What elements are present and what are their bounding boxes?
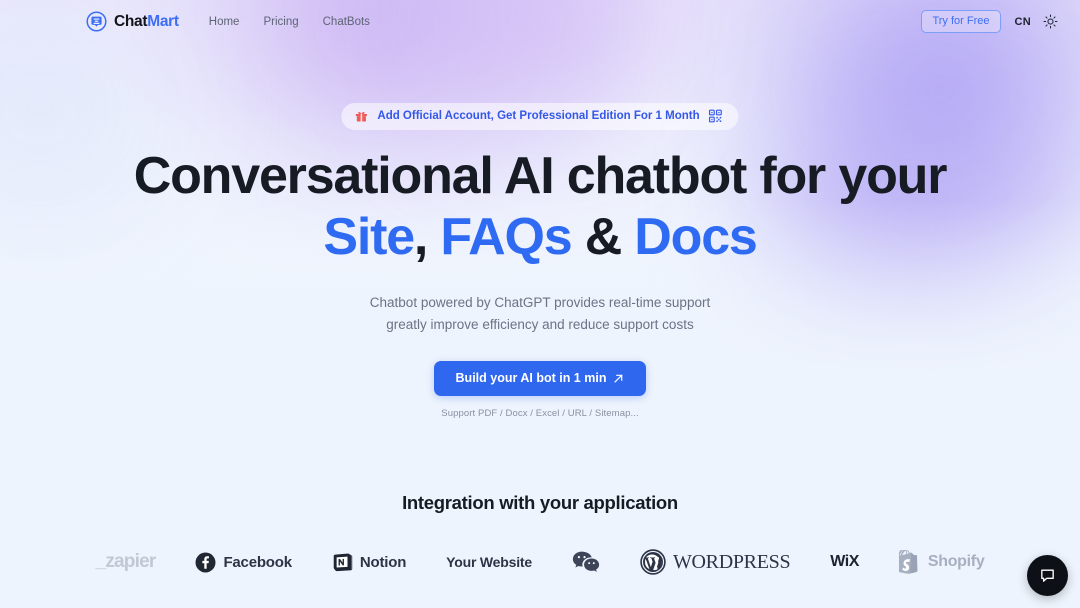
integration-label-zapier: zapier <box>105 551 156 572</box>
chat-bubble-lines-icon <box>86 11 107 32</box>
headline-comma: , <box>413 208 428 266</box>
chat-bubble-icon <box>1041 569 1054 582</box>
notion-logo <box>333 553 353 571</box>
integration-logo-row: _zapier Facebook Notion Your Website WOR… <box>0 549 1080 575</box>
headline-word-faqs: FAQs <box>440 208 572 266</box>
nav-item-home[interactable]: Home <box>209 16 240 28</box>
headline-word-site: Site <box>323 208 415 266</box>
integration-logo-wechat[interactable] <box>572 550 600 574</box>
nav-item-pricing[interactable]: Pricing <box>263 16 298 28</box>
integration-logo-your-website[interactable]: Your Website <box>446 554 532 570</box>
brand-name-part-1: Chat <box>114 12 148 30</box>
wordpress-logo <box>640 549 666 575</box>
nav-item-chatbots[interactable]: ChatBots <box>323 16 370 28</box>
gift-icon <box>355 111 367 122</box>
page-title: Conversational AI chatbot for your Site,… <box>0 146 1080 268</box>
promo-banner-text: Add Official Account, Get Professional E… <box>377 110 700 122</box>
cta-area: Build your AI bot in 1 min Support PDF /… <box>0 361 1080 419</box>
integration-label-your-website: Your Website <box>446 554 532 570</box>
qr-code-icon <box>709 109 723 123</box>
integration-logo-notion[interactable]: Notion <box>332 552 406 573</box>
try-for-free-button[interactable]: Try for Free <box>921 10 1001 33</box>
brand-logo[interactable]: ChatMart <box>86 11 179 32</box>
integration-logo-wix[interactable]: WiX <box>830 553 859 571</box>
integration-label-notion: Notion <box>359 553 407 571</box>
brand-name-part-2: Mart <box>147 12 179 30</box>
chat-widget-button[interactable] <box>1027 555 1068 596</box>
subtitle-line-1: Chatbot powered by ChatGPT provides real… <box>369 295 711 310</box>
zapier-logo: _zapier <box>95 551 157 572</box>
integration-label-shopify: Shopify <box>927 553 985 570</box>
wechat-logo <box>572 551 600 572</box>
integration-logo-wordpress[interactable]: WORDPRESS <box>640 549 791 575</box>
integration-logo-facebook[interactable]: Facebook <box>195 552 292 573</box>
facebook-logo <box>195 552 216 572</box>
build-bot-button-label: Build your AI bot in 1 min <box>455 371 607 385</box>
build-bot-button[interactable]: Build your AI bot in 1 min <box>433 361 647 396</box>
sun-icon[interactable] <box>1043 14 1058 29</box>
shopify-logo <box>898 550 918 574</box>
headline-line-2: Site, FAQs & Docs <box>0 207 1080 268</box>
headline-line-1: Conversational AI chatbot for your <box>133 147 948 205</box>
integration-label-facebook: Facebook <box>223 553 292 571</box>
main-navigation: Home Pricing ChatBots <box>209 16 370 28</box>
language-switcher[interactable]: CN <box>1015 16 1032 28</box>
integration-logo-zapier[interactable]: _zapier <box>95 551 157 573</box>
headline-ampersand: & <box>584 208 623 266</box>
subtitle-line-2: greatly improve efficiency and reduce su… <box>386 316 694 332</box>
integration-section-title: Integration with your application <box>402 492 678 513</box>
wix-logo: WiX <box>830 553 859 570</box>
supported-formats-note: Support PDF / Docx / Excel / URL / Sitem… <box>441 408 639 419</box>
hero-subtitle: Chatbot powered by ChatGPT provides real… <box>0 292 1080 335</box>
promo-banner[interactable]: Add Official Account, Get Professional E… <box>341 103 739 130</box>
integration-label-wordpress: WORDPRESS <box>672 550 791 573</box>
headline-word-docs: Docs <box>634 208 758 266</box>
arrow-up-right-icon <box>614 374 623 383</box>
integration-logo-shopify[interactable]: Shopify <box>898 550 985 574</box>
site-header: ChatMart Home Pricing ChatBots Try for F… <box>0 0 1080 43</box>
brand-name: ChatMart <box>114 13 179 31</box>
